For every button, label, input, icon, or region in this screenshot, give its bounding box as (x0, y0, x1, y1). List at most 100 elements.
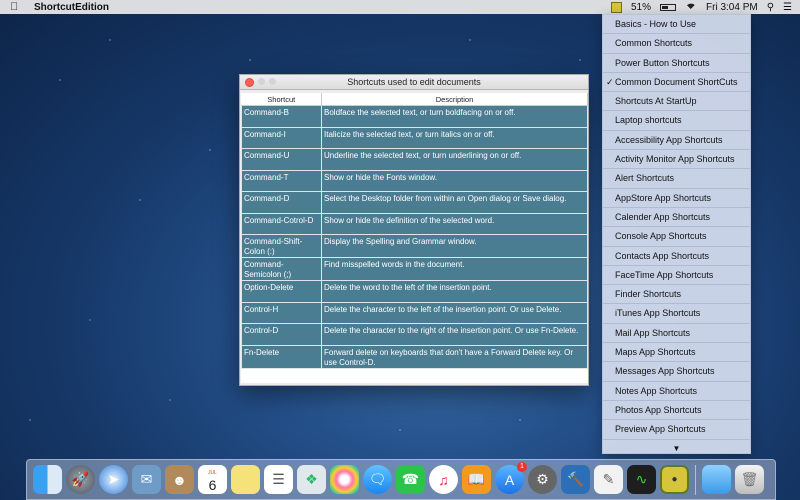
menu-item[interactable]: Notes App Shortcuts (603, 382, 750, 401)
menu-item-label: Notes App Shortcuts (615, 385, 698, 396)
menu-item[interactable]: Common Shortcuts (603, 34, 750, 54)
menu-item[interactable]: FaceTime App Shortcuts (603, 266, 750, 286)
description-cell: Delete the word to the left of the inser… (321, 280, 588, 303)
notes-icon[interactable] (231, 465, 260, 494)
menu-bar-extras: 51% Fri 3:04 PM ⚲ ☰ (611, 0, 792, 14)
menu-item[interactable]: Basics - How to Use (603, 15, 750, 35)
menu-item-label: Basics - How to Use (615, 19, 697, 29)
menu-item[interactable]: Photos App Shortcuts (603, 401, 750, 421)
menu-scroll-down-arrow[interactable]: ▼ (603, 440, 750, 453)
messages-icon[interactable]: 🗨 (363, 465, 392, 494)
finder-icon[interactable] (33, 465, 62, 494)
shortcut-cell: Option-Delete (241, 280, 322, 303)
menu-item[interactable]: Mail App Shortcuts (603, 324, 750, 344)
clock[interactable]: Fri 3:04 PM (706, 2, 758, 13)
safari-icon[interactable]: ➤ (99, 465, 128, 494)
menu-item[interactable]: Maps App Shortcuts (603, 343, 750, 363)
menu-item-label: Finder Shortcuts (615, 289, 682, 300)
table-row[interactable]: Command-D Select the Desktop folder from … (241, 191, 588, 214)
app-store-icon[interactable]: A 1 (495, 462, 527, 494)
menu-item[interactable]: Finder Shortcuts (603, 285, 750, 305)
window-zoom-button[interactable] (269, 78, 276, 85)
menu-item[interactable]: Calender App Shortcuts (603, 208, 750, 228)
menu-item[interactable]: Messages App Shortcuts (603, 362, 750, 382)
menu-item-label: Alert Shortcuts (615, 173, 675, 184)
table-row[interactable]: Command-I Italicize the selected text, or… (241, 126, 588, 149)
ibooks-icon[interactable]: 📖 (462, 465, 491, 494)
menu-item[interactable]: Contacts App Shortcuts (603, 247, 750, 266)
shortcut-cell: Control-D (241, 323, 322, 346)
battery-percent[interactable]: 51% (631, 2, 651, 13)
system-preferences-icon[interactable]: ⚙ (528, 465, 557, 494)
notification-center-icon[interactable]: ☰ (783, 2, 792, 13)
menu-item-label: Preview App Shortcuts (615, 424, 706, 435)
window-minimize-button[interactable] (258, 78, 265, 85)
menu-item[interactable]: ✓ Common Document ShortCuts (603, 73, 750, 93)
menu-item-label: Shortcuts At StartUp (615, 96, 697, 107)
window-title: Shortcuts used to edit documents (347, 77, 481, 87)
shortcut-edition-status-icon[interactable] (611, 1, 622, 13)
menu-items: Basics - How to Use Common Shortcuts Power… (603, 15, 750, 440)
table-row[interactable]: Option-Delete Delete the word to the left… (241, 280, 588, 303)
spotlight-search-icon[interactable]: ⚲ (767, 2, 774, 13)
menu-item[interactable]: Shortcuts At StartUp (603, 92, 750, 112)
menu-item-label: Mail App Shortcuts (615, 327, 691, 338)
battery-icon[interactable] (660, 3, 677, 11)
table-row[interactable]: Command-Semicolon (;) Find misspelled wor… (241, 257, 588, 281)
table-row[interactable]: Command-Cotrol-D Show or hide the definit… (241, 212, 588, 235)
launchpad-icon[interactable]: 🚀 (66, 465, 95, 494)
column-header-shortcut[interactable]: Shortcut (241, 93, 322, 106)
facetime-icon[interactable]: ☎ (396, 465, 425, 494)
description-cell: Show or hide the Fonts window. (321, 169, 588, 192)
calendar-icon[interactable]: JUL 6 (198, 465, 227, 494)
xcode-icon[interactable]: 🔨 (561, 465, 590, 494)
shortcut-cell: Command-Semicolon (;) (241, 257, 322, 281)
menu-item[interactable]: Accessibility App Shortcuts (603, 131, 750, 151)
dock: 🚀 ➤ ✉ ☻ JUL 6 ☰ ❖ 🗨 ☎ ♫ 📖 A 1 ⚙ 🔨 ✎ ∿ ● … (26, 459, 776, 500)
shortcut-cell: Command-T (241, 169, 322, 192)
table-row[interactable]: Control-D Delete the character to the rig… (241, 323, 588, 346)
menu-item[interactable]: Console App Shortcuts (603, 227, 750, 247)
maps-icon[interactable]: ❖ (297, 465, 326, 494)
column-header-description[interactable]: Description (321, 93, 588, 106)
reminders-icon[interactable]: ☰ (264, 465, 293, 494)
itunes-icon[interactable]: ♫ (429, 465, 458, 494)
menu-item-label: iTunes App Shortcuts (615, 308, 701, 319)
table-row[interactable]: Command-U Underline the selected text, or… (241, 148, 588, 171)
menu-item-label: Common Document ShortCuts (615, 76, 738, 87)
menu-item[interactable]: Laptop shortcuts (603, 111, 750, 131)
table-row[interactable]: Fn-Delete Forward delete on keyboards tha… (241, 344, 588, 369)
downloads-folder-icon[interactable] (702, 465, 731, 494)
menu-item[interactable]: AppStore App Shortcuts (603, 189, 750, 208)
menu-item-label: Contacts App Shortcuts (615, 250, 710, 261)
table-row[interactable]: Control-H Delete the character to the lef… (241, 301, 588, 324)
mail-stamp-icon[interactable]: ✉ (132, 465, 161, 494)
shortcut-edition-app-icon[interactable]: ● (660, 465, 689, 494)
menu-item[interactable]: Preview App Shortcuts (603, 420, 750, 440)
table-row[interactable]: Command-B Boldface the selected text, or … (241, 105, 588, 128)
menu-item-label: FaceTime App Shortcuts (615, 269, 714, 280)
menu-item-label: Messages App Shortcuts (615, 366, 715, 377)
calendar-day: 6 (208, 476, 217, 493)
menu-item[interactable]: Power Button Shortcuts (603, 54, 750, 73)
table-row[interactable]: Command-T Show or hide the Fonts window. (241, 169, 588, 192)
textedit-icon[interactable]: ✎ (594, 465, 623, 494)
app-store-badge: 1 (517, 462, 527, 472)
description-cell: Delete the character to the left of the … (321, 301, 588, 324)
description-cell: Underline the selected text, or turn und… (321, 148, 588, 171)
menu-item[interactable]: Activity Monitor App Shortcuts (603, 150, 750, 170)
window-titlebar[interactable]: Shortcuts used to edit documents (240, 75, 588, 90)
contacts-icon[interactable]: ☻ (165, 465, 194, 494)
photos-icon[interactable] (330, 465, 359, 494)
table-row[interactable]: Command-Shift-Colon (:) Display the Spell… (241, 234, 588, 258)
window-close-button[interactable] (245, 78, 254, 87)
app-menu-name[interactable]: ShortcutEdition (34, 2, 109, 13)
apple-menu-icon[interactable]:  (10, 1, 24, 13)
trash-icon[interactable]: 🗑 (735, 465, 764, 494)
menu-item[interactable]: iTunes App Shortcuts (603, 304, 750, 324)
shortcut-cell: Command-I (241, 126, 322, 149)
shortcuts-table-container[interactable]: Shortcut Description Command-B Boldface t… (241, 93, 588, 383)
wifi-icon[interactable] (685, 3, 697, 12)
activity-monitor-icon[interactable]: ∿ (627, 465, 656, 494)
menu-item[interactable]: Alert Shortcuts (603, 169, 750, 189)
